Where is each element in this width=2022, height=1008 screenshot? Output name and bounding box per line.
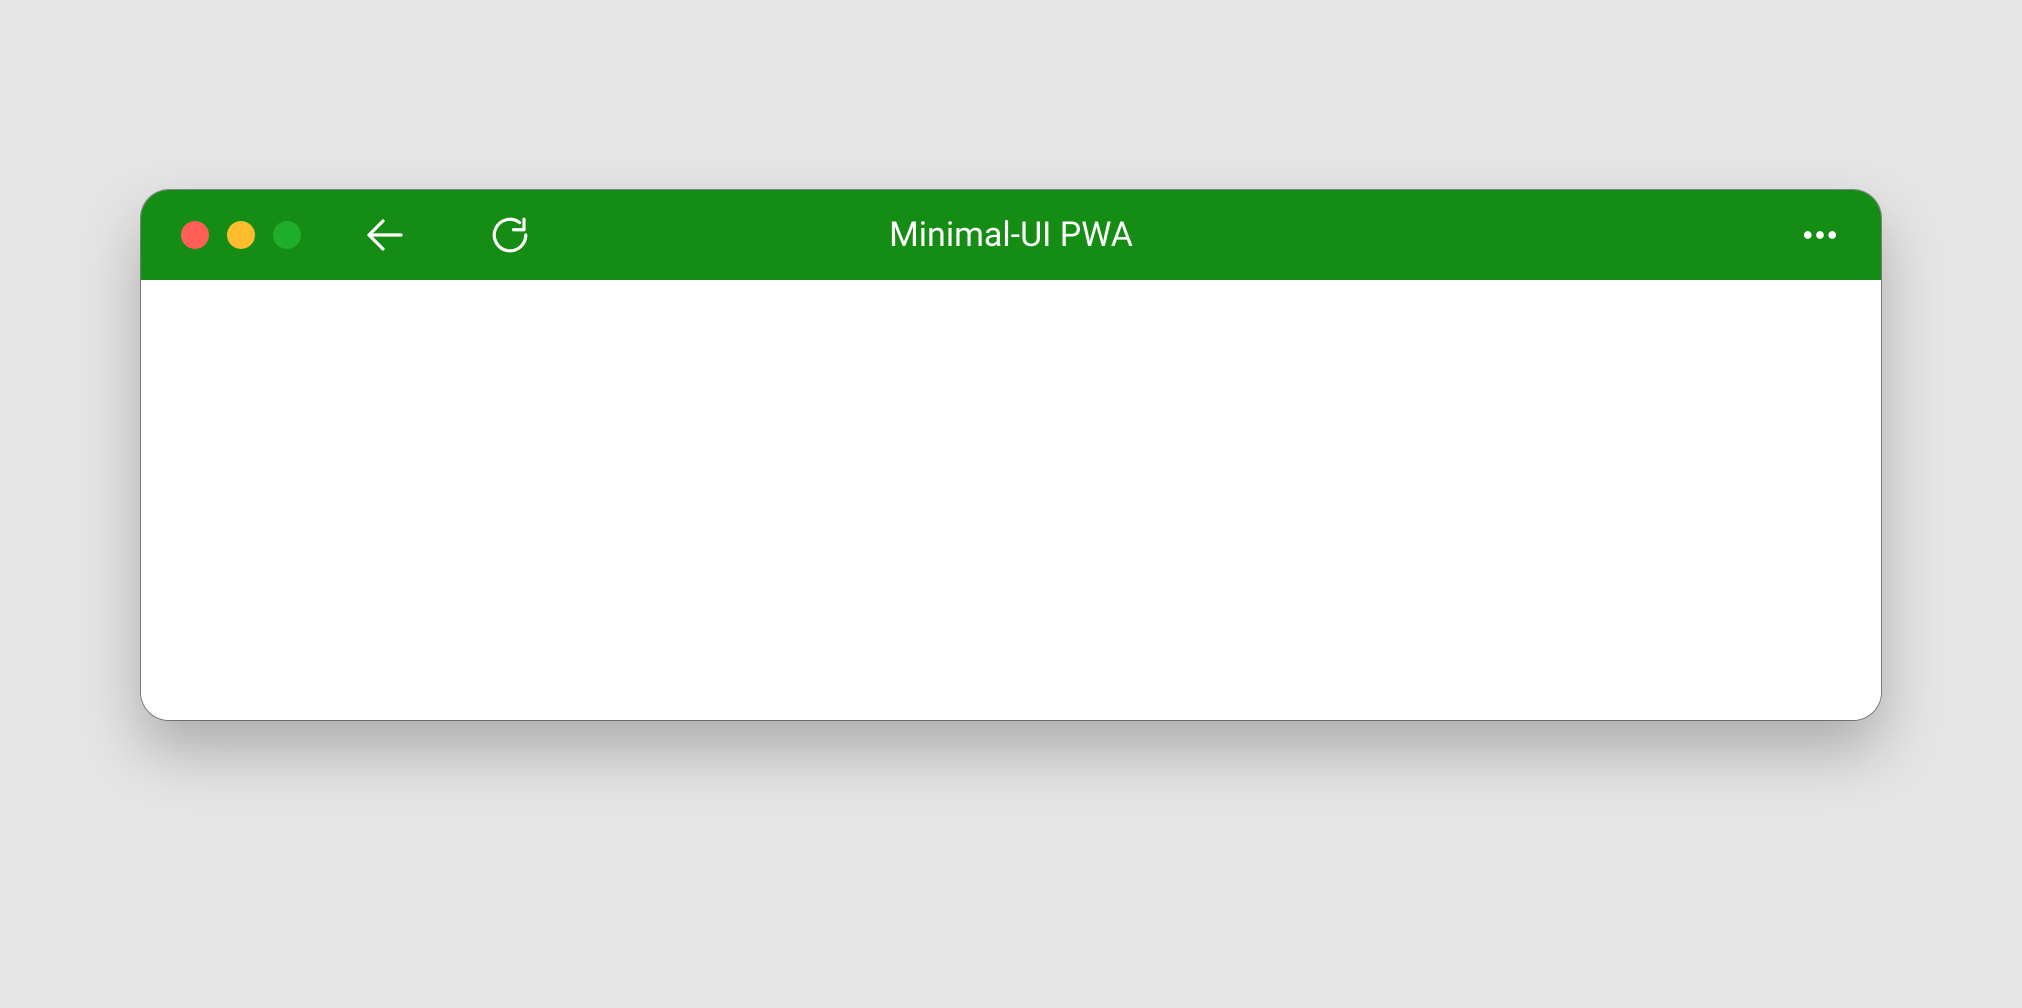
more-menu-button[interactable] [1799,214,1841,256]
close-button[interactable] [181,221,209,249]
titlebar: Minimal-UI PWA [141,190,1881,280]
nav-controls [361,211,531,259]
more-horizontal-icon [1799,214,1841,256]
content-area [141,280,1881,720]
window-title: Minimal-UI PWA [889,215,1133,255]
reload-icon [489,214,531,256]
maximize-button[interactable] [273,221,301,249]
reload-button[interactable] [489,214,531,256]
minimize-button[interactable] [227,221,255,249]
app-window: Minimal-UI PWA [141,190,1881,720]
traffic-lights [181,221,301,249]
arrow-left-icon [361,211,409,259]
back-button[interactable] [361,211,409,259]
